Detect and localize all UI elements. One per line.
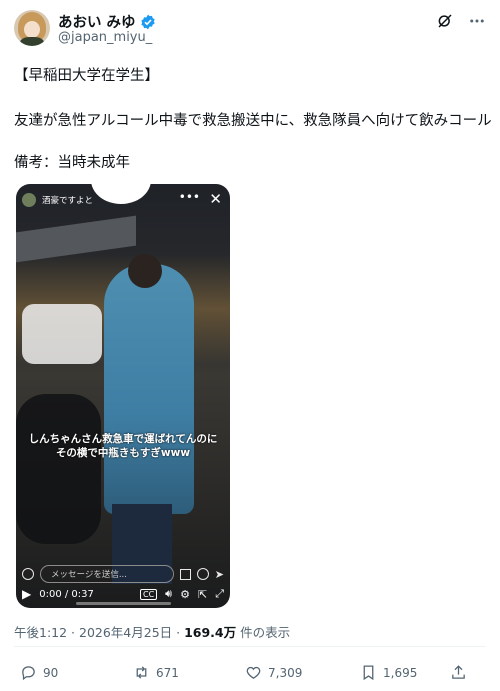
message-input[interactable]: メッセージを送信... [40, 565, 174, 583]
video-time: 0:00 / 0:37 [39, 588, 94, 600]
gallery-icon[interactable] [179, 568, 191, 580]
uploader-avatar [22, 193, 36, 207]
video-player[interactable]: 酒豪ですよと ••• ✕ しんちゃんさん救急車で運ばれてんのに その横で中瓶きも… [16, 184, 230, 608]
verified-badge-icon [140, 14, 155, 29]
post-text-line: 友達が急性アルコール中毒で救急搬送中に、救急隊員へ向けて飲みコール [14, 113, 492, 129]
post-date[interactable]: 2026年4月25日 [79, 625, 172, 640]
view-suffix: 件の表示 [240, 625, 291, 640]
divider [14, 646, 486, 647]
video-topbar: 酒豪ですよと ••• ✕ [22, 190, 224, 210]
like-icon [246, 666, 261, 679]
video-caption: しんちゃんさん救急車で運ばれてんのに その横で中瓶きもすぎwww [16, 432, 230, 460]
post-time[interactable]: 午後1:12 [14, 625, 67, 640]
reply-count: 90 [43, 665, 59, 680]
video-controls: ▶ 0:00 / 0:37 CC 🔊︎ ⚙ ⇱ ⤢ [22, 586, 224, 602]
bookmark-button[interactable]: 1,695 [360, 664, 450, 681]
like-button[interactable]: 7,309 [245, 664, 360, 681]
video-progress-bar[interactable] [76, 602, 171, 605]
send-icon[interactable]: ➤ [215, 568, 224, 581]
caption-line: しんちゃんさん救急車で運ばれてんのに [28, 433, 218, 445]
heart-icon[interactable] [196, 568, 209, 580]
repost-count: 671 [156, 665, 179, 680]
caption-line: その横で中瓶きもすぎwww [55, 447, 191, 459]
bookmark-icon [363, 665, 374, 681]
bookmark-count: 1,695 [383, 665, 418, 680]
fullscreen-icon[interactable]: ⤢ [215, 587, 224, 601]
video-more-icon[interactable]: ••• [179, 190, 200, 204]
share-button[interactable] [450, 664, 467, 681]
action-bar: 90 671 7,309 1,695 [20, 664, 480, 681]
post-text-line: 備考：当時未成年 [14, 155, 130, 171]
more-icon[interactable] [468, 12, 486, 30]
uploader-name: 酒豪ですよと [42, 196, 94, 206]
reply-icon [22, 666, 35, 681]
like-count: 7,309 [268, 665, 303, 680]
reply-button[interactable]: 90 [20, 664, 133, 681]
post-header: あおい みゆ @japan_miyu_ [14, 10, 486, 52]
grok-icon[interactable] [436, 12, 454, 30]
captions-icon[interactable]: CC [139, 588, 158, 600]
author-name-row[interactable]: あおい みゆ [58, 11, 156, 32]
settings-icon[interactable]: ⚙ [180, 588, 190, 601]
repost-button[interactable]: 671 [133, 664, 245, 681]
video-message-bar: メッセージを送信... ➤ [22, 564, 224, 584]
popout-icon[interactable]: ⇱ [198, 588, 207, 601]
close-icon[interactable]: ✕ [209, 190, 222, 208]
volume-icon[interactable]: 🔊︎ [165, 587, 172, 601]
view-count: 169.4万 [184, 625, 237, 640]
post-meta: 午後1:12 · 2026年4月25日 · 169.4万 件の表示 [14, 625, 291, 640]
repost-icon [136, 666, 147, 679]
play-icon[interactable]: ▶ [22, 587, 31, 601]
share-icon [452, 665, 465, 679]
post-text-line: 【早稲田大学在学生】 [14, 68, 159, 84]
avatar[interactable] [14, 10, 50, 46]
camera-icon[interactable] [22, 568, 34, 580]
author-handle[interactable]: @japan_miyu_ [58, 30, 152, 45]
author-display-name[interactable]: あおい みゆ [58, 11, 136, 32]
